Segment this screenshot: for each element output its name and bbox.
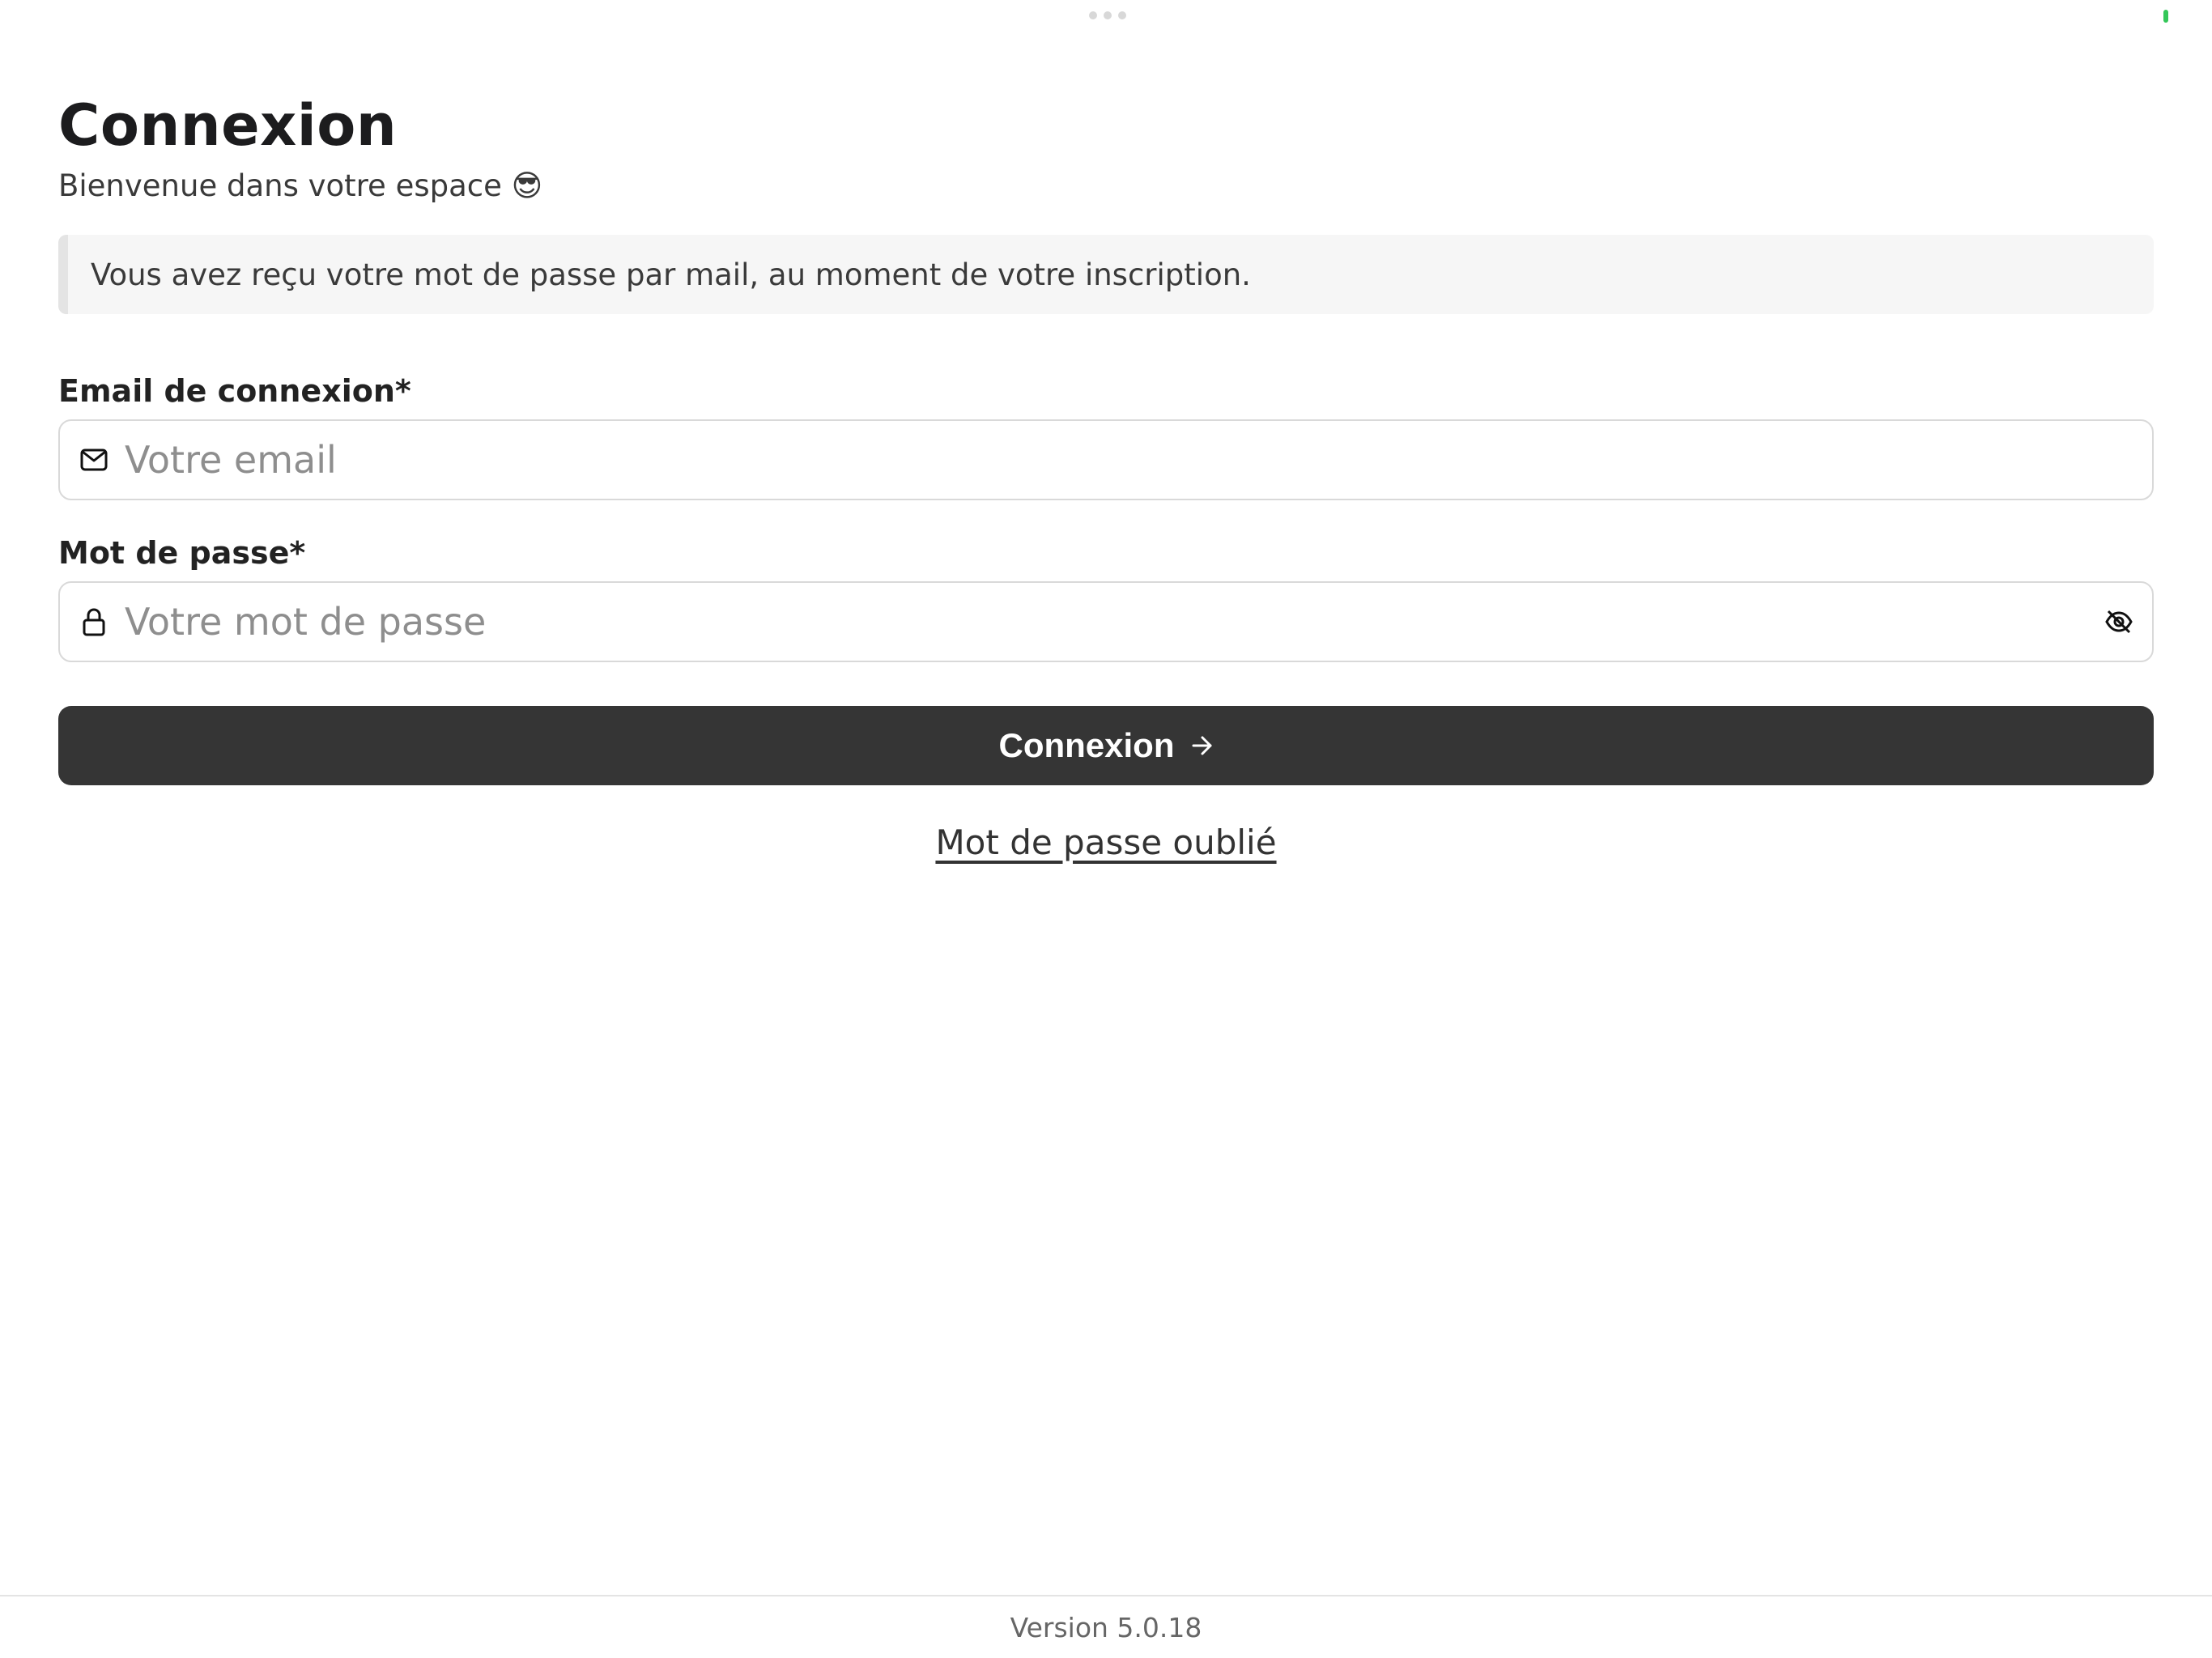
mail-icon <box>78 444 110 476</box>
footer: Version 5.0.18 <box>0 1595 2212 1658</box>
eye-off-icon <box>2105 610 2133 634</box>
password-field-container <box>58 581 2154 662</box>
version-text: Version 5.0.18 <box>1010 1611 1202 1643</box>
page-title: Connexion <box>58 92 398 159</box>
multitasking-indicator[interactable] <box>1089 11 1126 19</box>
info-notice-text: Vous avez reçu votre mot de passe par ma… <box>91 257 1251 292</box>
info-notice: Vous avez reçu votre mot de passe par ma… <box>58 235 2154 314</box>
login-button-label: Connexion <box>998 726 1175 764</box>
status-indicator <box>2163 10 2168 23</box>
toggle-password-visibility-button[interactable] <box>2099 602 2139 642</box>
email-field-container <box>58 419 2154 500</box>
password-label: Mot de passe* <box>58 535 306 571</box>
password-input[interactable] <box>123 589 2099 655</box>
forgot-password-container: Mot de passe oublié <box>58 823 2154 862</box>
forgot-password-link[interactable]: Mot de passe oublié <box>935 823 1276 862</box>
email-label: Email de connexion* <box>58 373 411 409</box>
login-button[interactable]: Connexion <box>58 706 2154 785</box>
arrow-right-icon <box>1191 735 1214 756</box>
lock-icon <box>78 606 110 638</box>
page-subtitle: Bienvenue dans votre espace 😎 <box>58 168 543 203</box>
login-form: Connexion Bienvenue dans votre espace 😎 … <box>58 89 2154 862</box>
email-input[interactable] <box>123 427 2152 493</box>
login-screen: Connexion Bienvenue dans votre espace 😎 … <box>0 0 2212 1658</box>
